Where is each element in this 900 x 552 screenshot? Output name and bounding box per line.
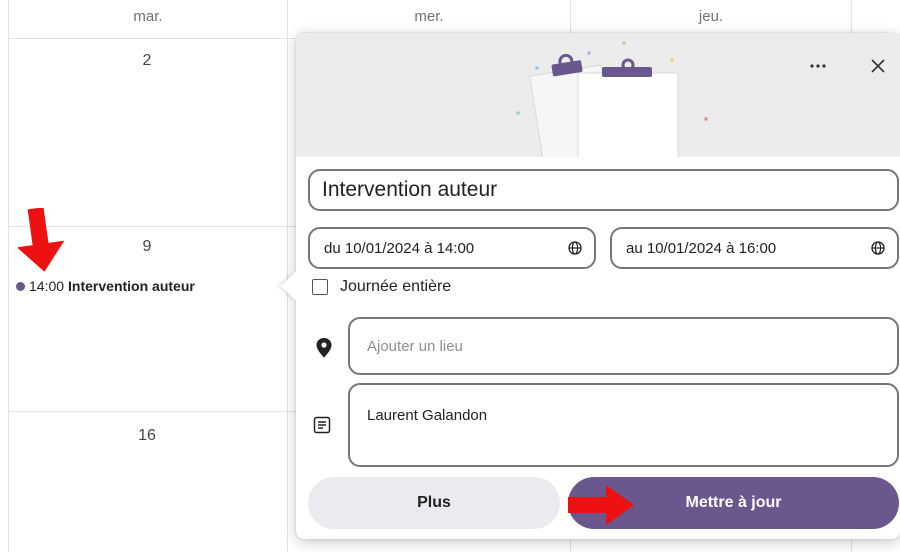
day-number[interactable]: 2	[9, 52, 285, 70]
update-label: Mettre à jour	[685, 494, 782, 511]
red-arrow-down-icon	[18, 208, 65, 272]
all-day-row: Journée entière	[312, 278, 451, 296]
event-title: Intervention auteur	[68, 278, 195, 294]
notes-input[interactable]: Laurent Galandon	[348, 383, 899, 467]
day-name-thu: jeu.	[698, 8, 724, 25]
notes-value: Laurent Galandon	[367, 407, 488, 424]
day-number[interactable]: 16	[9, 427, 285, 445]
timezone-button[interactable]	[869, 239, 887, 257]
location-input[interactable]: Ajouter un lieu	[348, 317, 899, 375]
timezone-button[interactable]	[566, 239, 584, 257]
more-options-button[interactable]	[804, 52, 832, 80]
more-details-button[interactable]: Plus	[308, 477, 560, 529]
more-details-label: Plus	[417, 494, 451, 511]
event-title-value: Intervention auteur	[322, 178, 498, 201]
event-time: 14:00	[29, 278, 65, 294]
event-popup: Intervention auteur du 10/01/2024 à 14:0…	[280, 33, 900, 539]
end-datetime-field[interactable]: au 10/01/2024 à 16:00	[610, 227, 899, 269]
event-color-dot	[16, 281, 25, 291]
more-horizontal-icon	[810, 64, 826, 68]
start-datetime-field[interactable]: du 10/01/2024 à 14:00	[308, 227, 596, 269]
day-name-tue: mar.	[133, 8, 163, 25]
location-pin-icon	[316, 338, 332, 358]
all-day-checkbox[interactable]	[312, 279, 328, 295]
red-arrow-right-icon	[568, 485, 634, 525]
globe-icon	[871, 241, 885, 255]
notes-icon	[313, 416, 331, 434]
grid-line	[287, 0, 288, 552]
day-name-wed: mer.	[414, 8, 444, 25]
close-button[interactable]	[864, 52, 892, 80]
all-day-label: Journée entière	[340, 278, 452, 295]
globe-icon	[568, 241, 582, 255]
calendar-event[interactable]: 14:00 Intervention auteur	[16, 278, 195, 294]
end-datetime-value: au 10/01/2024 à 16:00	[626, 239, 777, 257]
grid-line	[8, 0, 9, 552]
start-datetime-value: du 10/01/2024 à 14:00	[324, 239, 475, 257]
close-icon	[871, 59, 885, 73]
location-placeholder: Ajouter un lieu	[367, 337, 463, 355]
event-title-input[interactable]: Intervention auteur	[308, 169, 899, 211]
